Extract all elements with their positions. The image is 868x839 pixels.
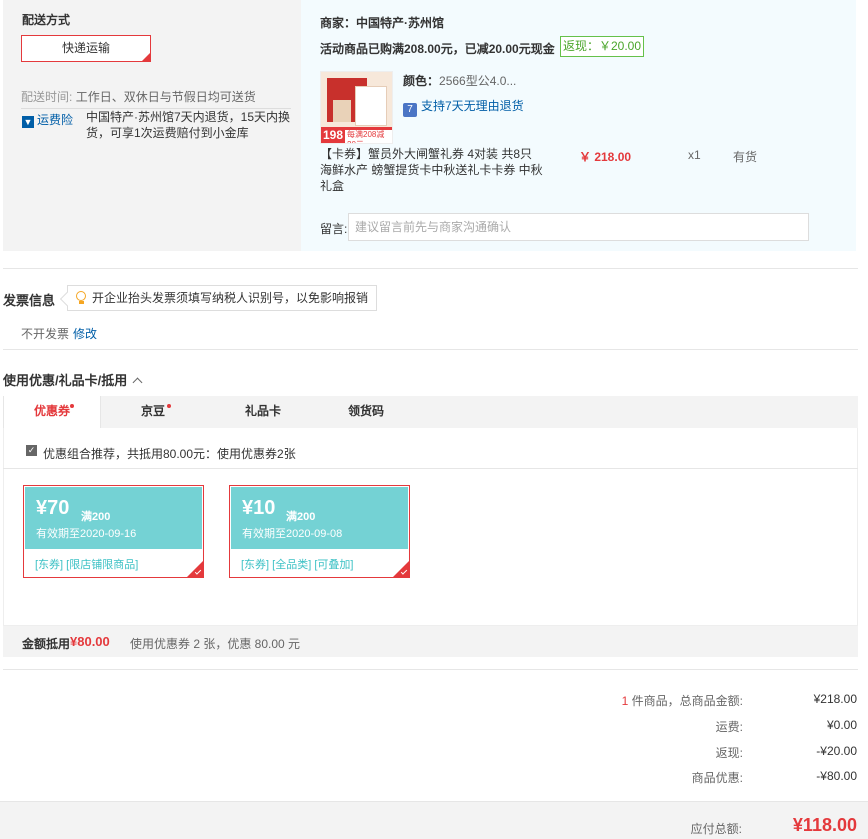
total-label: 应付总额: <box>690 822 742 836</box>
new-dot-icon <box>70 404 74 408</box>
product-color-label: 颜色： <box>403 74 440 88</box>
summary-items-text: 件商品，总商品金额: <box>628 694 743 708</box>
return-policy-link[interactable]: 7 支持7天无理由退货 <box>403 97 524 117</box>
shipping-title: 配送方式 <box>22 13 71 27</box>
insurance-badge-label: 运费险 <box>37 113 74 127</box>
product-image-price-band: 198 每满208减20元 <box>321 127 392 143</box>
coupon-section-toggle[interactable]: 使用优惠/礼品卡/抵用 <box>3 370 143 389</box>
total-value: ¥118.00 <box>792 815 857 835</box>
shipping-insurance-badge[interactable]: ▼ 运费险 <box>22 111 73 128</box>
invoice-edit-link[interactable]: 修改 <box>73 327 97 341</box>
invoice-tip-text: 开企业抬头发票须填写纳税人识别号，以免影响报销 <box>92 291 369 305</box>
product-quantity: x1 <box>688 148 701 162</box>
delivery-time-label: 配送时间: <box>21 90 73 104</box>
combo-recommend-text: 优惠组合推荐，共抵用80.00元：使用优惠券2张 <box>43 447 296 461</box>
return-policy-icon: 7 <box>403 103 417 117</box>
shipping-method-button[interactable]: 快递运输 <box>21 35 151 62</box>
combo-checkbox[interactable]: ✓ <box>26 445 37 456</box>
selected-corner-icon <box>141 52 151 62</box>
product-image-box <box>333 100 351 122</box>
summary-discount-value: -¥80.00 <box>816 769 857 783</box>
product-image[interactable]: 198 每满208减20元 <box>320 71 393 144</box>
discount-amount: ¥80.00 <box>70 634 110 649</box>
product-image-promo: 每满208减20元 <box>345 130 392 143</box>
coupon-card-header: ¥10 满200 有效期至2020-09-08 <box>231 487 408 549</box>
coupon-expiry: 有效期至2020-09-16 <box>36 528 137 540</box>
merchant-name: 商家：中国特产·苏州馆 <box>320 16 444 30</box>
tab-label: 优惠券 <box>33 404 70 418</box>
tooltip-arrow <box>59 291 75 307</box>
insurance-text: 中国特产·苏州馆7天内退货，15天内换货，可享1次运费赔付到小金库 <box>86 110 291 140</box>
product-image-box <box>355 86 387 126</box>
product-color: 颜色：2566型公4.0... <box>403 72 516 89</box>
summary-shipping-value: ¥0.00 <box>826 718 857 732</box>
summary-shipping-label: 运费: <box>715 720 743 734</box>
product-name[interactable]: 【卡券】蟹员外大闸蟹礼券 4对装 共8只 海鲜水产 螃蟹提货卡中秋送礼卡卡券 中… <box>320 146 545 194</box>
selected-check-icon <box>392 560 410 578</box>
delivery-time-value: 工作日、双休日与节假日均可送货 <box>75 90 256 104</box>
product-color-value: 2566型公4.0... <box>439 74 517 88</box>
note-label: 留言: <box>320 222 348 236</box>
new-dot-icon <box>167 404 171 408</box>
product-image-price: 198 <box>323 128 344 142</box>
lightbulb-icon <box>76 291 86 301</box>
chevron-up-icon <box>132 377 143 388</box>
summary-items-label: 1 件商品，总商品金额: <box>622 692 743 709</box>
tab-label: 京豆 <box>140 404 165 418</box>
invoice-tip: 开企业抬头发票须填写纳税人识别号，以免影响报销 <box>59 285 378 311</box>
product-stock: 有货 <box>733 150 758 164</box>
product-price: ￥ 218.00 <box>579 150 632 164</box>
divider <box>3 349 858 350</box>
delivery-time: 配送时间: 工作日、双休日与节假日均可送货 <box>21 88 256 105</box>
return-policy-label: 支持7天无理由退货 <box>421 99 524 113</box>
tab-label: 礼品卡 <box>244 404 281 418</box>
coupon-tags: [东券] [限店铺限商品] <box>35 559 139 571</box>
summary-discount-label: 商品优惠: <box>691 771 743 785</box>
coupon-card[interactable]: ¥70 满200 有效期至2020-09-16 [东券] [限店铺限商品] <box>23 485 204 578</box>
summary-cashback-value: -¥20.00 <box>816 744 857 758</box>
insurance-icon: ▼ <box>22 116 34 128</box>
tab-coupons[interactable]: 优惠券 <box>3 396 101 429</box>
divider <box>3 268 858 269</box>
tab-jingdou[interactable]: 京豆 <box>104 396 202 429</box>
coupon-card-header: ¥70 满200 有效期至2020-09-16 <box>25 487 202 549</box>
promo-text: 活动商品已购满208.00元，已减20.00元现金 <box>320 42 555 56</box>
coupon-section-title: 使用优惠/礼品卡/抵用 <box>3 373 128 388</box>
tab-gift-card[interactable]: 礼品卡 <box>214 396 312 429</box>
summary-items-value: ¥218.00 <box>813 692 857 706</box>
coupon-card[interactable]: ¥10 满200 有效期至2020-09-08 [东券] [全品类] [可叠加] <box>229 485 410 578</box>
coupon-condition: 满200 <box>81 511 111 523</box>
coupon-condition: 满200 <box>286 511 316 523</box>
divider <box>3 669 858 670</box>
tab-redeem-code[interactable]: 领货码 <box>317 396 415 429</box>
checkout-page: 配送方式 快递运输 配送时间: 工作日、双休日与节假日均可送货 ▼ 运费险 中国特… <box>0 0 868 839</box>
shipping-method-label: 快递运输 <box>61 41 110 55</box>
coupon-amount: ¥10 <box>242 497 276 519</box>
invoice-title: 发票信息 <box>3 293 56 308</box>
tab-label: 领货码 <box>347 404 384 418</box>
coupon-expiry: 有效期至2020-09-08 <box>242 528 343 540</box>
coupon-tags: [东券] [全品类] [可叠加] <box>241 559 354 571</box>
selected-check-icon <box>186 560 204 578</box>
discount-description: 使用优惠券 2 张，优惠 80.00 元 <box>130 637 301 651</box>
summary-cashback-label: 返现: <box>715 746 743 760</box>
invoice-status: 不开发票 修改 <box>21 325 97 342</box>
coupon-amount: ¥70 <box>36 497 70 519</box>
note-input[interactable] <box>348 213 809 241</box>
cashback-badge: 返现：￥20.00 <box>560 36 644 57</box>
discount-label: 金额抵用 <box>22 637 71 651</box>
invoice-status-value: 不开发票 <box>21 327 70 341</box>
lightbulb-icon-base <box>79 301 84 304</box>
